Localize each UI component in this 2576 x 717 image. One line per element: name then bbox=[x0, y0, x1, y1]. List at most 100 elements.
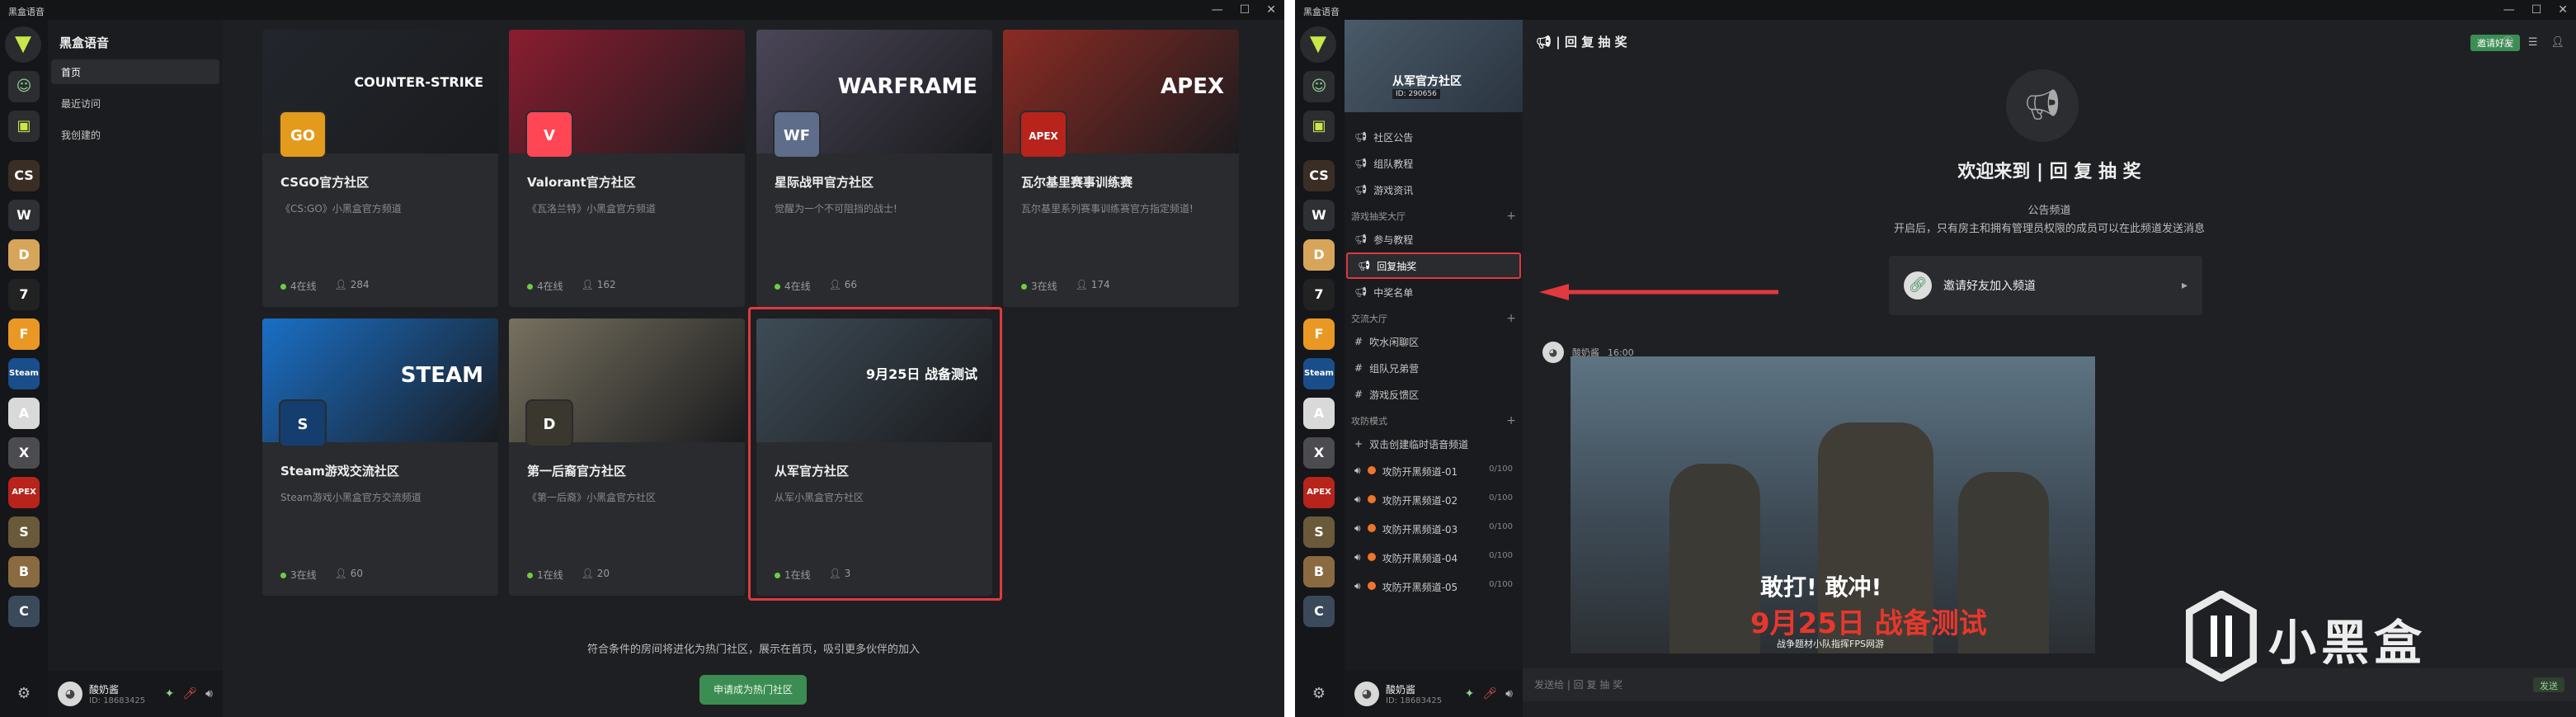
close-icon[interactable]: ✕ bbox=[2558, 3, 2568, 17]
invite-to-channel-button[interactable]: 🔗︎ 邀请好友加入频道 ▸ bbox=[1889, 256, 2202, 315]
voice-channel-label: 攻防开黑频道-05 bbox=[1382, 582, 1458, 593]
community-header[interactable]: 从军官方社区 ID: 290656 bbox=[1345, 20, 1523, 112]
rail-server-icon[interactable]: CS bbox=[1303, 160, 1335, 191]
community-card[interactable]: V Valorant官方社区 《瓦洛兰特》小黑盒官方频道 4在线 👤︎ 162 bbox=[509, 30, 745, 307]
rail-server-icon[interactable]: S bbox=[8, 517, 40, 548]
speaker-icon[interactable]: 🔊︎ bbox=[1505, 687, 1513, 700]
voice-channel-count: 0/100 bbox=[1489, 551, 1513, 560]
card-title: 瓦尔基里赛事训练赛 bbox=[1021, 175, 1133, 190]
channel-tutorial[interactable]: 📢︎ 组队教程 bbox=[1345, 150, 1523, 177]
rail-server-icon[interactable]: Steam bbox=[1303, 358, 1335, 389]
channel-reply-lottery[interactable]: 📢︎ 回复抽奖 bbox=[1346, 252, 1521, 279]
card-description: 瓦尔基里系列赛事训练赛官方指定频道! bbox=[1021, 203, 1194, 215]
voice-channel[interactable]: 🔊︎ 攻防开黑频道-03 0/100 bbox=[1345, 515, 1523, 544]
channel-label: 中奖名单 bbox=[1373, 286, 1414, 299]
maximize-icon[interactable]: ☐ bbox=[2531, 3, 2542, 17]
category-lottery[interactable]: 游戏抽奖大厅 + bbox=[1345, 203, 1523, 226]
rail-server-icon[interactable]: 7 bbox=[8, 279, 40, 310]
rail-server-icon[interactable]: D bbox=[8, 239, 40, 271]
online-dot-icon bbox=[280, 573, 286, 578]
rail-server-icon[interactable]: CS bbox=[8, 160, 40, 191]
rail-server-icon[interactable]: APEX bbox=[8, 477, 40, 508]
rail-server-icon[interactable]: F bbox=[1303, 318, 1335, 350]
avatar[interactable]: ◕ bbox=[1542, 342, 1564, 363]
community-card[interactable]: APEX APEX 瓦尔基里赛事训练赛 瓦尔基里系列赛事训练赛官方指定频道! 3在线 👤︎… bbox=[1003, 30, 1239, 307]
member-icon[interactable]: 👤︎ bbox=[2550, 36, 2564, 49]
app-title: 黑盒语音 bbox=[8, 7, 45, 17]
minimize-icon[interactable]: — bbox=[1212, 3, 1223, 17]
rail-server-icon[interactable]: F bbox=[8, 318, 40, 350]
send-button[interactable]: 发送 bbox=[2533, 677, 2564, 692]
mic-icon[interactable]: 🎤︎ bbox=[182, 687, 197, 700]
status-icon[interactable]: ✦ bbox=[165, 687, 175, 700]
channel-winners[interactable]: 📢︎ 中奖名单 bbox=[1345, 279, 1523, 305]
rail-server-icon[interactable]: X bbox=[1303, 437, 1335, 469]
voice-channel[interactable]: 🔊︎ 攻防开黑频道-04 0/100 bbox=[1345, 544, 1523, 573]
add-channel-icon[interactable]: + bbox=[1506, 210, 1516, 223]
add-channel-icon[interactable]: + bbox=[1506, 414, 1516, 427]
channel-feedback[interactable]: # 游戏反馈区 bbox=[1345, 381, 1523, 408]
sidebar-item-recent[interactable]: 最近访问 bbox=[51, 91, 219, 116]
message-image[interactable]: 敢打! 敢冲! 9月25日 战备测试 战争题材小队指挥FPS网游 bbox=[1571, 356, 2095, 653]
community-card[interactable]: D 第一后裔官方社区 《第一后裔》小黑盒官方社区 1在线 👤︎ 20 bbox=[509, 318, 745, 596]
sidebar-item-label: 首页 bbox=[61, 67, 82, 78]
mic-icon[interactable]: 🎤︎ bbox=[1482, 687, 1497, 700]
settings-icon[interactable]: ⚙ bbox=[1303, 678, 1335, 710]
friends-icon[interactable]: ☺ bbox=[1303, 71, 1335, 102]
store-icon[interactable]: ▣ bbox=[1303, 111, 1335, 142]
category-chat[interactable]: 交流大厅 + bbox=[1345, 305, 1523, 328]
avatar[interactable]: ◕ bbox=[1354, 682, 1379, 706]
rail-server-icon[interactable]: Steam bbox=[8, 358, 40, 389]
community-card[interactable]: COUNTER-STRIKE GO CSGO官方社区 《CS:GO》小黑盒官方频道 4在… bbox=[262, 30, 498, 307]
speaker-icon[interactable]: 🔊︎ bbox=[205, 687, 213, 700]
rail-server-icon[interactable]: W bbox=[1303, 200, 1335, 231]
app-logo-icon[interactable]: ▼ bbox=[1300, 26, 1336, 63]
rail-server-icon[interactable]: A bbox=[1303, 398, 1335, 429]
rail-server-icon[interactable]: C bbox=[8, 596, 40, 627]
channel-team[interactable]: # 组队兄弟营 bbox=[1345, 355, 1523, 381]
status-icon[interactable]: ✦ bbox=[1465, 687, 1475, 700]
message-input[interactable]: 发送给 | 回 复 抽 奖 发送 bbox=[1523, 668, 2576, 701]
close-icon[interactable]: ✕ bbox=[1266, 3, 1276, 17]
voice-channel[interactable]: 🔊︎ 攻防开黑频道-05 0/100 bbox=[1345, 573, 1523, 601]
settings-icon[interactable]: ⚙ bbox=[8, 678, 40, 710]
channel-label: 游戏反馈区 bbox=[1369, 389, 1420, 401]
rail-server-icon[interactable]: D bbox=[1303, 239, 1335, 271]
store-icon[interactable]: ▣ bbox=[8, 111, 40, 142]
rail-server-icon[interactable]: C bbox=[1303, 596, 1335, 627]
category-attack[interactable]: 攻防模式 + bbox=[1345, 408, 1523, 431]
friends-icon[interactable]: ☺ bbox=[8, 71, 40, 102]
banner-text: WARFRAME bbox=[837, 74, 977, 99]
channel-label: 双击创建临时语音频道 bbox=[1369, 438, 1469, 450]
community-card[interactable]: WARFRAME WF 星际战甲官方社区 觉醒为一个不可阻挡的战士! 4在线 👤︎ 66 bbox=[756, 30, 992, 307]
community-card[interactable]: STEAM S Steam游戏交流社区 Steam游戏小黑盒官方交流频道 3在线 👤︎ 6… bbox=[262, 318, 498, 596]
add-channel-icon[interactable]: + bbox=[1506, 312, 1516, 325]
megaphone-icon: 📢︎ bbox=[1354, 158, 1368, 169]
rail-server-icon[interactable]: 7 bbox=[1303, 279, 1335, 310]
megaphone-icon: 📢︎ bbox=[1536, 35, 1556, 50]
rail-server-icon[interactable]: A bbox=[8, 398, 40, 429]
mute-icon[interactable]: 🔕︎ bbox=[2501, 36, 2515, 49]
apply-hot-community-button[interactable]: 申请成为热门社区 bbox=[699, 675, 807, 705]
rail-server-icon[interactable]: S bbox=[1303, 517, 1335, 548]
rail-server-icon[interactable]: W bbox=[8, 200, 40, 231]
rail-server-icon[interactable]: X bbox=[8, 437, 40, 469]
create-temp-voice[interactable]: + 双击创建临时语音频道 bbox=[1345, 431, 1523, 457]
maximize-icon[interactable]: ☐ bbox=[1240, 3, 1250, 17]
rail-server-icon[interactable]: APEX bbox=[1303, 477, 1335, 508]
voice-channel[interactable]: 🔊︎ 攻防开黑频道-02 0/100 bbox=[1345, 486, 1523, 515]
sidebar-item-created[interactable]: 我创建的 bbox=[51, 122, 219, 147]
menu-icon[interactable]: ☰ bbox=[2528, 36, 2538, 49]
channel-announcement[interactable]: 📢︎ 社区公告 bbox=[1345, 124, 1523, 150]
channel-participate[interactable]: 📢︎ 参与教程 bbox=[1345, 226, 1523, 252]
sidebar-item-home[interactable]: 首页 bbox=[51, 59, 219, 84]
online-dot-icon bbox=[1021, 284, 1027, 290]
rail-server-icon[interactable]: B bbox=[1303, 556, 1335, 587]
channel-chitchat[interactable]: # 吹水闲聊区 bbox=[1345, 328, 1523, 355]
avatar[interactable]: ◕ bbox=[58, 682, 82, 706]
rail-server-icon[interactable]: B bbox=[8, 556, 40, 587]
voice-channel[interactable]: 🔊︎ 攻防开黑频道-01 0/100 bbox=[1345, 457, 1523, 486]
channel-news[interactable]: 📢︎ 游戏资讯 bbox=[1345, 177, 1523, 203]
app-logo-icon[interactable]: ▼ bbox=[5, 26, 41, 63]
minimize-icon[interactable]: — bbox=[2503, 3, 2515, 17]
